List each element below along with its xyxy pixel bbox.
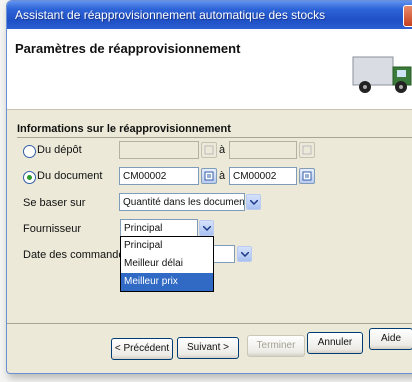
lookup-icon [204,171,214,181]
supplier-option[interactable]: Meilleur délai [121,255,213,273]
base-select-button[interactable] [246,194,261,210]
document-from-lookup-button[interactable] [201,168,217,184]
wizard-header: Paramètres de réapprovisionnement [7,29,412,110]
chevron-down-icon [241,252,249,257]
section-divider [17,137,412,138]
document-to-lookup-button[interactable] [299,168,315,184]
next-button[interactable]: Suivant > [177,337,239,359]
depot-to-label: à [219,144,226,156]
base-label: Se baser sur [23,197,86,209]
finish-button[interactable]: Terminer [247,335,305,357]
delivery-truck-icon [352,56,412,93]
supplier-select-button[interactable] [199,220,214,236]
footer-divider [7,323,412,324]
lookup-icon [302,145,312,155]
help-button[interactable]: Aide [369,328,412,350]
radio-depot-label: Du dépôt [37,144,82,156]
supplier-select[interactable]: Principal [120,219,198,237]
chevron-down-icon [250,200,258,205]
depot-from-field[interactable] [119,141,199,159]
radio-document[interactable] [23,171,36,184]
close-button[interactable] [403,5,412,27]
depot-from-lookup-button[interactable] [201,142,217,158]
cancel-button[interactable]: Annuler [307,332,363,354]
lookup-icon [302,171,312,181]
page-title: Paramètres de réapprovisionnement [15,41,241,56]
section-title: Informations sur le réapprovisionnement [17,123,231,135]
radio-document-label: Du document [37,170,103,182]
title-bar[interactable]: Assistant de réapprovisionnement automat… [7,1,412,29]
depot-to-lookup-button[interactable] [299,142,315,158]
window-title: Assistant de réapprovisionnement automat… [15,8,326,22]
supplier-option[interactable]: Meilleur prix [121,273,213,291]
supplier-dropdown-list[interactable]: Principal Meilleur délai Meilleur prix [120,236,214,292]
chevron-down-icon [203,226,211,231]
base-select[interactable]: Quantité dans les documents [119,193,245,211]
document-to-field[interactable]: CM00002 [229,167,297,185]
supplier-option[interactable]: Principal [121,237,213,255]
lookup-icon [204,145,214,155]
order-date-label: Date des commandes [23,249,130,261]
document-from-field[interactable]: CM00002 [119,167,199,185]
order-date-select-button[interactable] [237,246,252,262]
radio-depot[interactable] [23,145,36,158]
wizard-window: Assistant de réapprovisionnement automat… [6,0,412,374]
document-to-label: à [219,170,226,182]
supplier-label: Fournisseur [23,223,82,235]
previous-button[interactable]: < Précédent [111,338,173,360]
depot-to-field[interactable] [229,141,297,159]
